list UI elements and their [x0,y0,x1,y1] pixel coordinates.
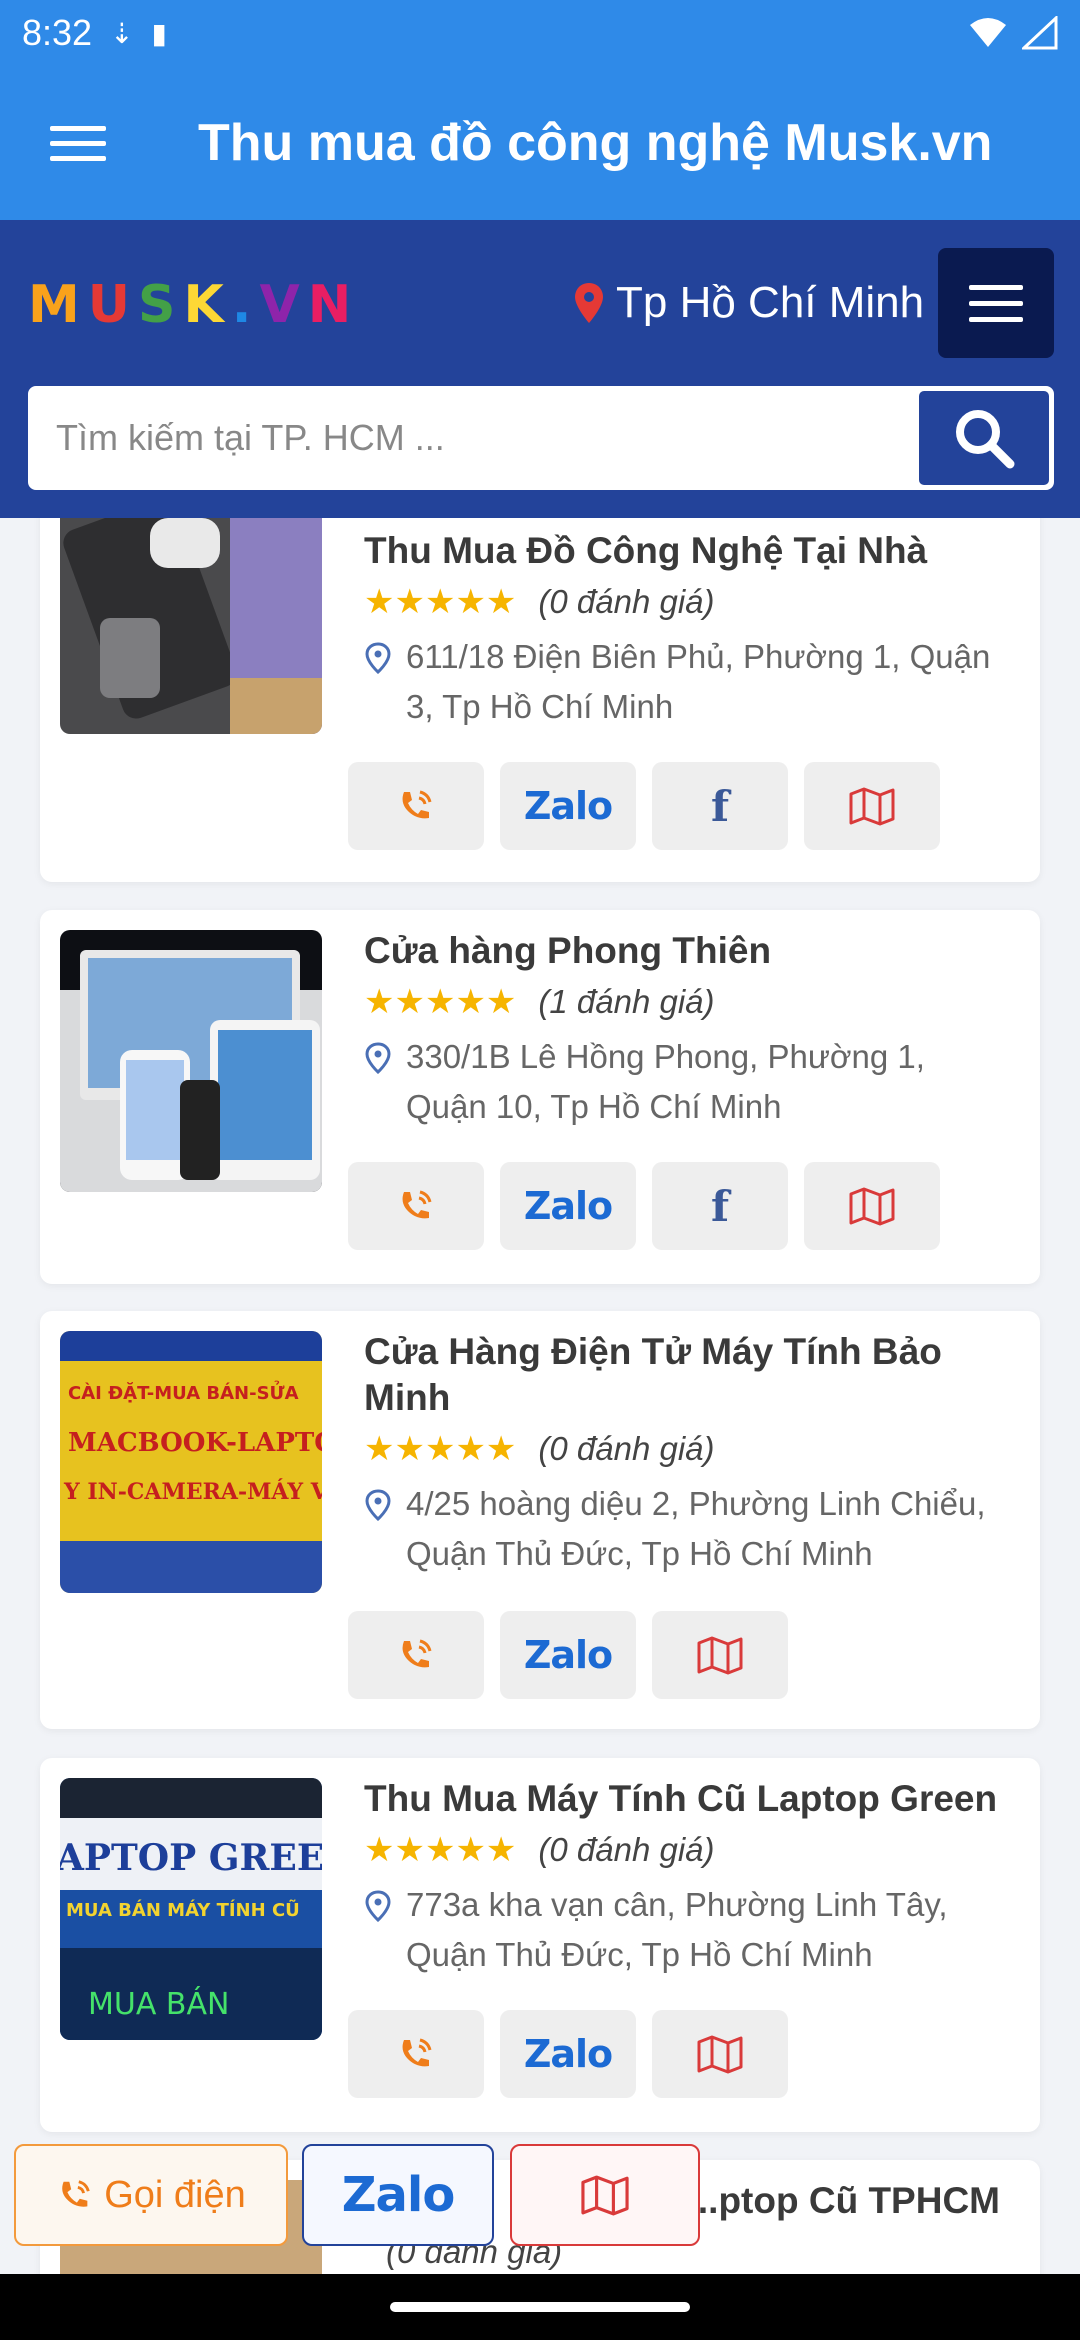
phone-icon [402,790,432,819]
musk-logo[interactable]: MUSK.VN [28,275,359,335]
shop-name[interactable]: Thu Mua Máy Tính Cũ Laptop Green [364,1776,1000,1822]
app-bar: Thu mua đồ công nghệ Musk.vn [0,66,1080,220]
sd-card-icon: ▮ [151,17,167,49]
review-count: (0 đánh giá) [538,1430,715,1467]
search-bar [28,386,1054,490]
shop-card[interactable]: APTOP GREE MUA BÁN MÁY TÍNH CŨ MUA BÁN T… [40,1758,1040,2132]
site-menu-button[interactable] [938,248,1054,358]
shop-card[interactable]: Thu Mua Đồ Công Nghệ Tại Nhà ★★★★★ (0 đá… [40,518,1040,882]
shop-address: 4/25 hoàng diệu 2, Phường Linh Chiểu, Qu… [364,1479,1000,1579]
location-selector[interactable]: Tp Hồ Chí Minh [574,278,924,328]
map-button[interactable] [804,762,940,850]
zalo-button[interactable]: Zalo [500,2010,636,2098]
address-pin-icon [365,1489,391,1521]
zalo-button[interactable]: Zalo [500,762,636,850]
facebook-icon: f [710,1181,730,1231]
map-icon [697,1636,743,1675]
phone-icon [402,2038,432,2067]
call-button[interactable] [348,2010,484,2098]
shop-name[interactable]: Cửa Hàng Điện Tử Máy Tính Bảo Minh [364,1329,1000,1421]
floating-action-bar: Gọi điện Zalo [0,2144,1080,2274]
rating-stars: ★★★★★ [364,1831,517,1869]
call-now-button[interactable]: Gọi điện [14,2144,288,2246]
shop-address: 330/1B Lê Hồng Phong, Phường 1, Quận 10,… [364,1032,1000,1132]
app-title: Thu mua đồ công nghệ Musk.vn [198,114,993,172]
shop-thumbnail: CÀI ĐẶT-MUA BÁN-SỬA MACBOOK-LAPTOP Y IN-… [60,1331,322,1593]
address-pin-icon [365,642,391,674]
thumb-line: MACBOOK-LAPTOP [68,1428,322,1458]
wifi-icon [970,18,1006,47]
status-bar: 8:32 ⇣ ▮ [0,0,1080,66]
call-button[interactable] [348,1162,484,1250]
address-pin-icon [365,1042,391,1074]
shop-address: 773a kha vạn cân, Phường Linh Tây, Quận … [364,1880,1000,1980]
zalo-button[interactable]: Zalo [500,1162,636,1250]
thumb-line: APTOP GREE [60,1837,322,1879]
shop-card[interactable]: Cửa hàng Phong Thiên ★★★★★ (1 đánh giá) … [40,910,1040,1284]
shop-list: Thu Mua Đồ Công Nghệ Tại Nhà ★★★★★ (0 đá… [0,518,1080,2274]
phone-icon [402,1190,432,1219]
drawer-menu-icon[interactable] [50,125,106,161]
system-nav-bar [0,2274,1080,2340]
search-button[interactable] [916,388,1052,488]
rating: ★★★★★ (0 đánh giá) [364,1828,1000,1872]
rating: ★★★★★ (0 đánh giá) [364,580,1000,624]
call-button[interactable] [348,762,484,850]
shop-address: 611/18 Điện Biên Phủ, Phường 1, Quận 3, … [364,632,1000,732]
map-icon [849,787,895,826]
address-pin-icon [365,1890,391,1922]
phone-icon [402,1639,432,1668]
location-pin-icon [575,283,603,323]
rating-stars: ★★★★★ [364,583,517,621]
download-status-icon: ⇣ [110,17,134,49]
rating: ★★★★★ (1 đánh giá) [364,980,1000,1024]
call-button[interactable] [348,1611,484,1699]
zalo-button[interactable]: Zalo [500,1611,636,1699]
map-icon [697,2035,743,2074]
review-count: (0 đánh giá) [538,1831,715,1868]
thumb-line: MUA BÁN [88,1986,229,2022]
shop-name[interactable]: Cửa hàng Phong Thiên [364,928,1000,974]
map-icon [849,1187,895,1226]
home-gesture-handle[interactable] [390,2302,690,2312]
phone-icon [62,2180,90,2207]
map-icon [581,2175,629,2216]
rating: ★★★★★ (0 đánh giá) [364,1427,1000,1471]
directions-button[interactable] [510,2144,700,2246]
map-button[interactable] [804,1162,940,1250]
shop-name[interactable]: Thu Mua Đồ Công Nghệ Tại Nhà [364,528,1000,574]
search-input[interactable] [30,388,916,488]
zalo-label: Zalo [341,2167,456,2223]
call-now-label: Gọi điện [104,2173,246,2216]
status-time: 8:32 [22,12,93,53]
facebook-button[interactable]: f [652,762,788,850]
shop-card[interactable]: CÀI ĐẶT-MUA BÁN-SỬA MACBOOK-LAPTOP Y IN-… [40,1311,1040,1729]
shop-thumbnail: APTOP GREE MUA BÁN MÁY TÍNH CŨ MUA BÁN [60,1778,322,2040]
facebook-button[interactable]: f [652,1162,788,1250]
shop-thumbnail [60,930,322,1192]
review-count: (0 đánh giá) [538,583,715,620]
thumb-line: CÀI ĐẶT-MUA BÁN-SỬA [68,1380,299,1404]
facebook-icon: f [710,781,730,831]
map-button[interactable] [652,1611,788,1699]
thumb-line: MUA BÁN MÁY TÍNH CŨ [66,1898,300,1921]
shop-thumbnail [60,518,322,734]
thumb-line: Y IN-CAMERA-MÁY VI T [63,1478,322,1505]
rating-stars: ★★★★★ [364,1430,517,1468]
review-count: (1 đánh giá) [538,983,715,1020]
search-icon [956,410,1015,469]
rating-stars: ★★★★★ [364,983,517,1021]
zalo-chat-button[interactable]: Zalo [302,2144,494,2246]
site-header: MUSK.VN Tp Hồ Chí Minh [0,220,1080,518]
location-label: Tp Hồ Chí Minh [616,278,925,327]
cellular-signal-icon [1022,16,1058,50]
map-button[interactable] [652,2010,788,2098]
